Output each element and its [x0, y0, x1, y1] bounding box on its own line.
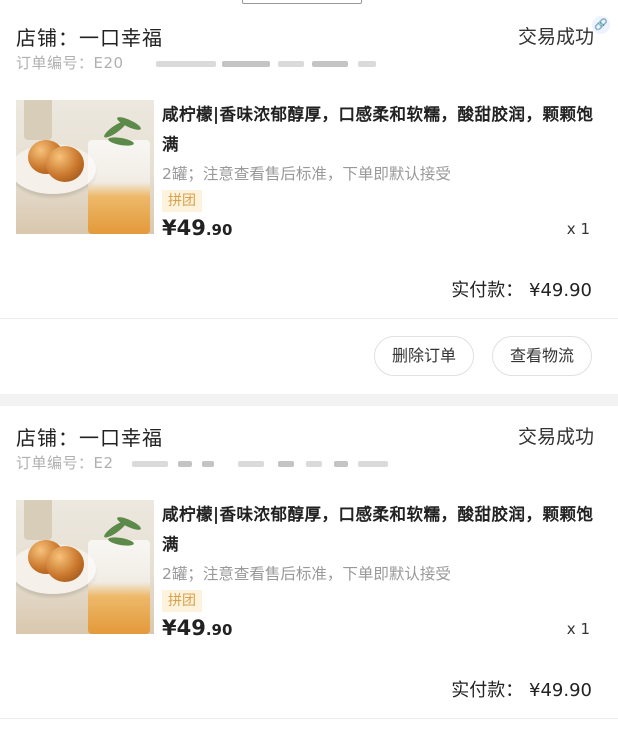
jar-shape [24, 100, 52, 140]
product-thumbnail[interactable] [16, 500, 154, 634]
product-price: ¥49.90 [162, 616, 232, 640]
paid-amount: 实付款： ¥49.90 [451, 276, 592, 302]
delete-order-button[interactable]: 删除订单 [374, 336, 474, 376]
link-icon[interactable]: 🔗 [592, 16, 610, 34]
order-status: 交易成功 [517, 426, 594, 448]
lemon-shape [46, 546, 84, 582]
price-decimal: .90 [205, 621, 233, 639]
redacted-order-number [278, 461, 294, 467]
redacted-order-number [306, 461, 322, 467]
redacted-order-number [156, 61, 216, 67]
redacted-order-number [358, 61, 376, 67]
order-header: 店铺：一口幸福 交易成功 🔗 [16, 16, 610, 51]
price-integer: 49 [176, 616, 206, 640]
group-buy-tag: 拼团 [162, 190, 202, 212]
paid-label: 实付款： [451, 680, 524, 701]
product-quantity: x 1 [566, 220, 590, 238]
shop-name[interactable]: 店铺：一口幸福 [16, 22, 163, 51]
currency-symbol: ¥ [162, 216, 177, 240]
order-list-page: 店铺：一口幸福 交易成功 🔗 订单编号：E20 咸柠檬|香味浓郁醇厚，口感柔和软… [0, 0, 618, 730]
product-quantity: x 1 [566, 620, 590, 638]
order-number: 订单编号：E20 [16, 52, 416, 74]
divider [0, 318, 618, 319]
product-spec: 2罐；注意查看售后标准，下单即默认接受 [162, 565, 451, 583]
paid-amount: 实付款： ¥49.90 [451, 676, 592, 702]
redacted-order-number [222, 61, 270, 67]
divider [0, 718, 618, 719]
view-logistics-button[interactable]: 查看物流 [492, 336, 592, 376]
redacted-order-number [132, 461, 168, 467]
jar-shape [24, 500, 52, 540]
product-thumbnail[interactable] [16, 100, 154, 234]
product-title[interactable]: 咸柠檬|香味浓郁醇厚，口感柔和软糯，酸甜胶润，颗颗饱满 [162, 500, 598, 560]
price-decimal: .90 [205, 221, 233, 239]
order-card[interactable]: 店铺：一口幸福 交易成功 🔗 订单编号：E20 咸柠檬|香味浓郁醇厚，口感柔和软… [0, 6, 618, 394]
redacted-order-number [334, 461, 348, 467]
order-card[interactable]: 店铺：一口幸福 交易成功 订单编号：E2 咸柠檬|香味浓郁醇厚，口感柔和软糯，酸… [0, 406, 618, 730]
lemon-shape [46, 146, 84, 182]
order-number-label: 订单编号：E20 [16, 54, 124, 72]
paid-label: 实付款： [451, 280, 524, 301]
shop-name[interactable]: 店铺：一口幸福 [16, 422, 163, 451]
redacted-order-number [358, 461, 388, 467]
redacted-order-number [278, 61, 304, 67]
glass-shape [88, 540, 150, 634]
redacted-order-number [178, 461, 192, 467]
cropped-element [242, 0, 362, 4]
currency-symbol: ¥ [162, 616, 177, 640]
product-title[interactable]: 咸柠檬|香味浓郁醇厚，口感柔和软糯，酸甜胶润，颗颗饱满 [162, 100, 598, 160]
group-buy-tag: 拼团 [162, 590, 202, 612]
paid-value: ¥49.90 [529, 280, 592, 301]
order-number-label: 订单编号：E2 [16, 454, 114, 472]
product-price: ¥49.90 [162, 216, 232, 240]
redacted-order-number [238, 461, 264, 467]
redacted-order-number [312, 61, 348, 67]
paid-value: ¥49.90 [529, 680, 592, 701]
order-header: 店铺：一口幸福 交易成功 [16, 418, 594, 451]
price-integer: 49 [176, 216, 206, 240]
redacted-order-number [202, 461, 214, 467]
order-status: 交易成功 [517, 26, 594, 48]
order-number: 订单编号：E2 [16, 452, 416, 474]
glass-shape [88, 140, 150, 234]
product-spec: 2罐；注意查看售后标准，下单即默认接受 [162, 165, 451, 183]
